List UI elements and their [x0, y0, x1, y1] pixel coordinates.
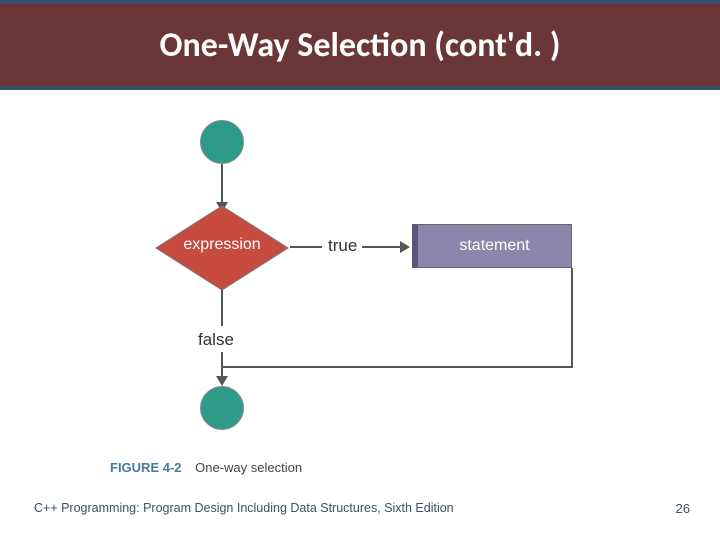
- true-label: true: [328, 236, 357, 256]
- slide-title: One-Way Selection (cont'd. ): [160, 25, 561, 66]
- figure-number: FIGURE 4-2: [110, 460, 182, 475]
- arrowhead-down-icon: [216, 376, 228, 386]
- arrow-line: [221, 164, 223, 204]
- end-node: [200, 386, 244, 430]
- figure-caption: FIGURE 4-2 One-way selection: [110, 460, 302, 475]
- arrow-line: [571, 268, 573, 368]
- title-bar: One-Way Selection (cont'd. ): [0, 0, 720, 90]
- false-label: false: [198, 330, 234, 350]
- flowchart-diagram: expression true statement false FIGURE 4…: [0, 90, 720, 490]
- page-number: 26: [676, 501, 690, 516]
- statement-box: statement: [412, 224, 572, 268]
- arrow-line: [221, 352, 223, 378]
- footer: C++ Programming: Program Design Includin…: [0, 490, 720, 540]
- decision-label: expression: [166, 236, 278, 254]
- arrow-line: [290, 246, 322, 248]
- footer-text: C++ Programming: Program Design Includin…: [34, 501, 454, 515]
- figure-caption-text: One-way selection: [195, 460, 302, 475]
- start-node: [200, 120, 244, 164]
- arrow-line: [221, 290, 223, 326]
- arrow-line: [222, 366, 573, 368]
- arrowhead-right-icon: [400, 241, 410, 253]
- arrow-line: [362, 246, 402, 248]
- statement-label: statement: [459, 237, 529, 255]
